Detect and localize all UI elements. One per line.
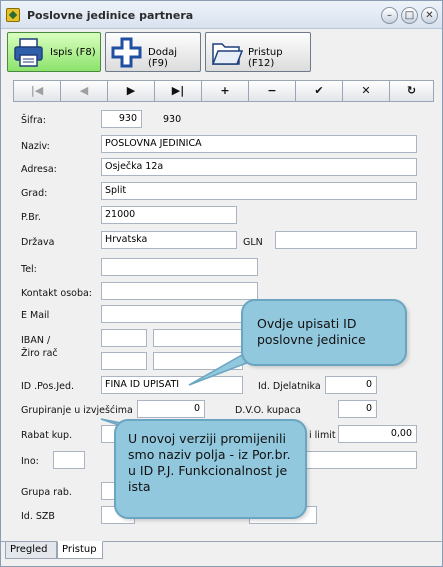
callout-top: Ovdje upisati ID poslovne jedinice [241, 299, 407, 366]
callout-bottom: U novoj verziji promijenili smo naziv po… [114, 419, 307, 519]
window: Poslovne jedinice partnera – □ ✕ Ispis (… [0, 0, 443, 567]
tab-pregled[interactable]: Pregled [5, 541, 57, 559]
tab-pristup[interactable]: Pristup [57, 541, 103, 559]
callout-top-text: Ovdje upisati ID poslovne jedinice [257, 316, 366, 347]
callout-bottom-text: U novoj verziji promijenili smo naziv po… [128, 431, 291, 494]
